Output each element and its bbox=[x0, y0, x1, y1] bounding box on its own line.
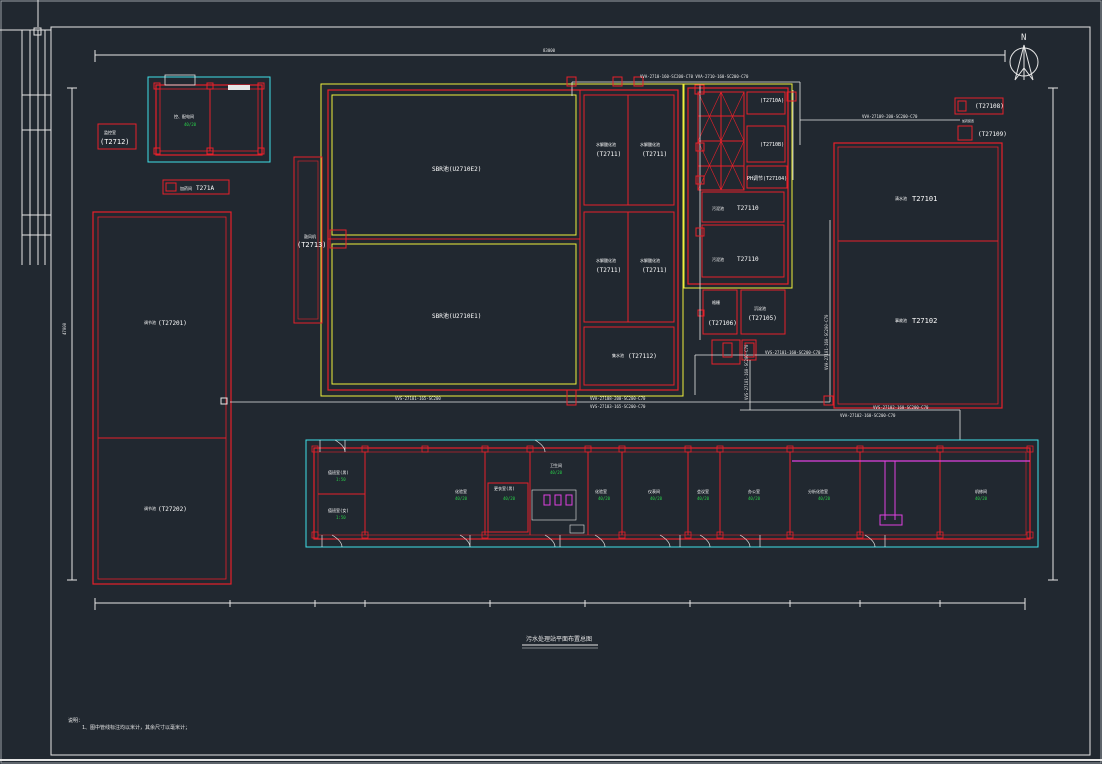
top-dimension-value: 83000 bbox=[543, 48, 556, 53]
cad-drawing-canvas: N 83000 47000 控、配电间 40/20 监控室 (T2712) 加药… bbox=[0, 0, 1102, 764]
room-label: 分析化验室 bbox=[808, 488, 828, 494]
sbr-complex[interactable] bbox=[320, 83, 684, 397]
dosing-room-label: 加药间 bbox=[180, 185, 192, 191]
room-label: 会议室 bbox=[697, 488, 709, 494]
control-building[interactable] bbox=[147, 74, 271, 163]
regulating-tank-1-label: 调节池 bbox=[144, 319, 156, 325]
office-building[interactable] bbox=[305, 439, 1039, 548]
room-note: 1:50 bbox=[336, 515, 346, 520]
pipe-label-vertical-right: VVA-27101-160-SC200-C70 bbox=[824, 314, 829, 370]
pipe-label-bottom-3: VVS-27103-165-SC200-C70 bbox=[590, 404, 646, 409]
drawing-frame-inner bbox=[50, 26, 1091, 756]
room-label: 卫生间 bbox=[550, 462, 562, 468]
sbr-b-label: SBR池(U2710E2) bbox=[432, 165, 481, 173]
room-label: 值班室(男) bbox=[328, 469, 349, 475]
accident-tank-code: T27102 bbox=[912, 317, 937, 325]
room-note: 40/20 bbox=[818, 496, 831, 501]
room-note: 1:50 bbox=[336, 477, 346, 482]
room-note: 40/20 bbox=[455, 496, 468, 501]
hydrolysis-3-code: (T2711) bbox=[596, 267, 621, 274]
room-label: 化验室 bbox=[595, 488, 607, 494]
sludge-tank-2-code: T27110 bbox=[737, 256, 759, 263]
monitor-room-label: 监控室 bbox=[104, 129, 116, 135]
room-note: 40/20 bbox=[650, 496, 663, 501]
left-dimension-line bbox=[67, 87, 77, 581]
room-label: 值班室(女) bbox=[328, 507, 349, 513]
clear-water-label: 清水池 bbox=[895, 195, 907, 201]
regulating-tank-2-code: (T27202) bbox=[158, 506, 187, 513]
pipe-label-top: VVA-2710-160-SC200-C70 VVA-2710-160-SC20… bbox=[640, 74, 749, 79]
monitor-room-code: (T2712) bbox=[100, 138, 130, 146]
room-note: 40/20 bbox=[550, 470, 563, 475]
pipe-label-bottom-2: VVA-27108-200-SC200-C70 bbox=[590, 396, 646, 401]
t27108-label: (T27108) bbox=[975, 103, 1004, 110]
left-dimension-value: 47000 bbox=[62, 322, 67, 335]
room-note: 40/20 bbox=[598, 496, 611, 501]
drawing-frame-outer bbox=[0, 0, 1102, 764]
grille-code: (T27106) bbox=[708, 320, 737, 327]
pipe-label-right-bottom: VVS-27102-160-SC200-C70 bbox=[873, 405, 929, 410]
dosing-room-code: T271A bbox=[196, 185, 214, 192]
regulating-tank[interactable] bbox=[92, 211, 232, 585]
room-label: 机修间 bbox=[975, 488, 987, 494]
clear-water-code: T27101 bbox=[912, 195, 937, 203]
north-arrow bbox=[1009, 44, 1039, 81]
pipe-label-right-upper: VVA-27109-200-SC200-C70 bbox=[862, 114, 918, 119]
office-room-labels: 值班室(男) 1:50 值班室(女) 1:50 化验室 40/20 更衣室(男)… bbox=[328, 462, 988, 520]
accident-tank-label: 事故池 bbox=[895, 317, 907, 323]
sludge-tank-1-label: 污泥池 bbox=[712, 205, 724, 211]
sludge-tank-2-label: 污泥池 bbox=[712, 256, 724, 262]
t2710a-label: (T2710A) bbox=[760, 98, 784, 104]
pipe-label-vertical-mid: VVS-27101-160-SC200-C70 bbox=[744, 344, 749, 400]
sediment-code: (T27105) bbox=[748, 315, 777, 322]
hydrolysis-4-code: (T2711) bbox=[642, 267, 667, 274]
t27109-label: (T27109) bbox=[978, 131, 1007, 138]
north-label: N bbox=[1021, 33, 1026, 43]
notes-line-1: 1、图中管线标注均以米计，其余尺寸以毫米计； bbox=[82, 724, 190, 731]
hydrolysis-3-label: 水解酸化池 bbox=[596, 257, 616, 263]
left-title-block bbox=[0, 27, 51, 265]
sbr-a-label: SBR池(U2710E1) bbox=[432, 312, 481, 320]
notes-heading: 说明： bbox=[68, 717, 83, 724]
room-label: 更衣室(男) bbox=[494, 485, 515, 491]
sump-code: (T27112) bbox=[628, 353, 657, 360]
room-note: 40/20 bbox=[748, 496, 761, 501]
room-note: 40/20 bbox=[975, 496, 988, 501]
clear-water-tank[interactable] bbox=[833, 142, 1003, 409]
control-room-label: 控、配电间 bbox=[174, 113, 194, 119]
grille-label: 格栅 bbox=[712, 299, 720, 305]
control-room-note: 40/20 bbox=[184, 122, 197, 127]
hydrolysis-1-code: (T2711) bbox=[596, 151, 621, 158]
hydrolysis-2-code: (T2711) bbox=[642, 151, 667, 158]
sump-label: 集水池 bbox=[612, 352, 624, 358]
regulating-tank-2-label: 调节池 bbox=[144, 505, 156, 511]
room-note: 40/20 bbox=[697, 496, 710, 501]
room-note: 40/20 bbox=[503, 496, 516, 501]
office-columns bbox=[311, 445, 1034, 539]
hydrolysis-2-label: 水解酸化池 bbox=[640, 141, 660, 147]
blower-label: 鼓风机 bbox=[304, 233, 316, 239]
room-label: 仪表间 bbox=[648, 488, 660, 494]
ph-adjust-label: PH调节(T27104) bbox=[747, 175, 787, 182]
pipe-network bbox=[230, 81, 961, 440]
hydrolysis-4-label: 水解酸化池 bbox=[640, 257, 660, 263]
pipe-label-right-bottom2: VVA-27102-160-SC200-C70 bbox=[840, 413, 896, 418]
sludge-tank-1-code: T27110 bbox=[737, 205, 759, 212]
blower-t2713[interactable] bbox=[293, 156, 347, 324]
room-label: 化验室 bbox=[455, 488, 467, 494]
blower-code: (T2713) bbox=[297, 241, 327, 249]
t27108-desc: 加药装置 bbox=[962, 118, 974, 123]
regulating-tank-1-code: (T27201) bbox=[158, 320, 187, 327]
hydrolysis-1-label: 水解酸化池 bbox=[596, 141, 616, 147]
t2710b-label: (T2710B) bbox=[760, 142, 784, 148]
right-dimension-line bbox=[1048, 87, 1058, 581]
sediment-label: 沉淀池 bbox=[754, 305, 766, 311]
room-label: 办公室 bbox=[748, 488, 760, 494]
bottom-dimension-line bbox=[94, 598, 1026, 610]
pipe-label-bottom-1: VVS-27101-165-SC200 bbox=[395, 396, 441, 401]
drawing-title: 污水处理站平面布置总图 bbox=[526, 635, 592, 643]
pipe-label-right-mid: VVS-27101-160-SC200-C70 bbox=[765, 350, 821, 355]
